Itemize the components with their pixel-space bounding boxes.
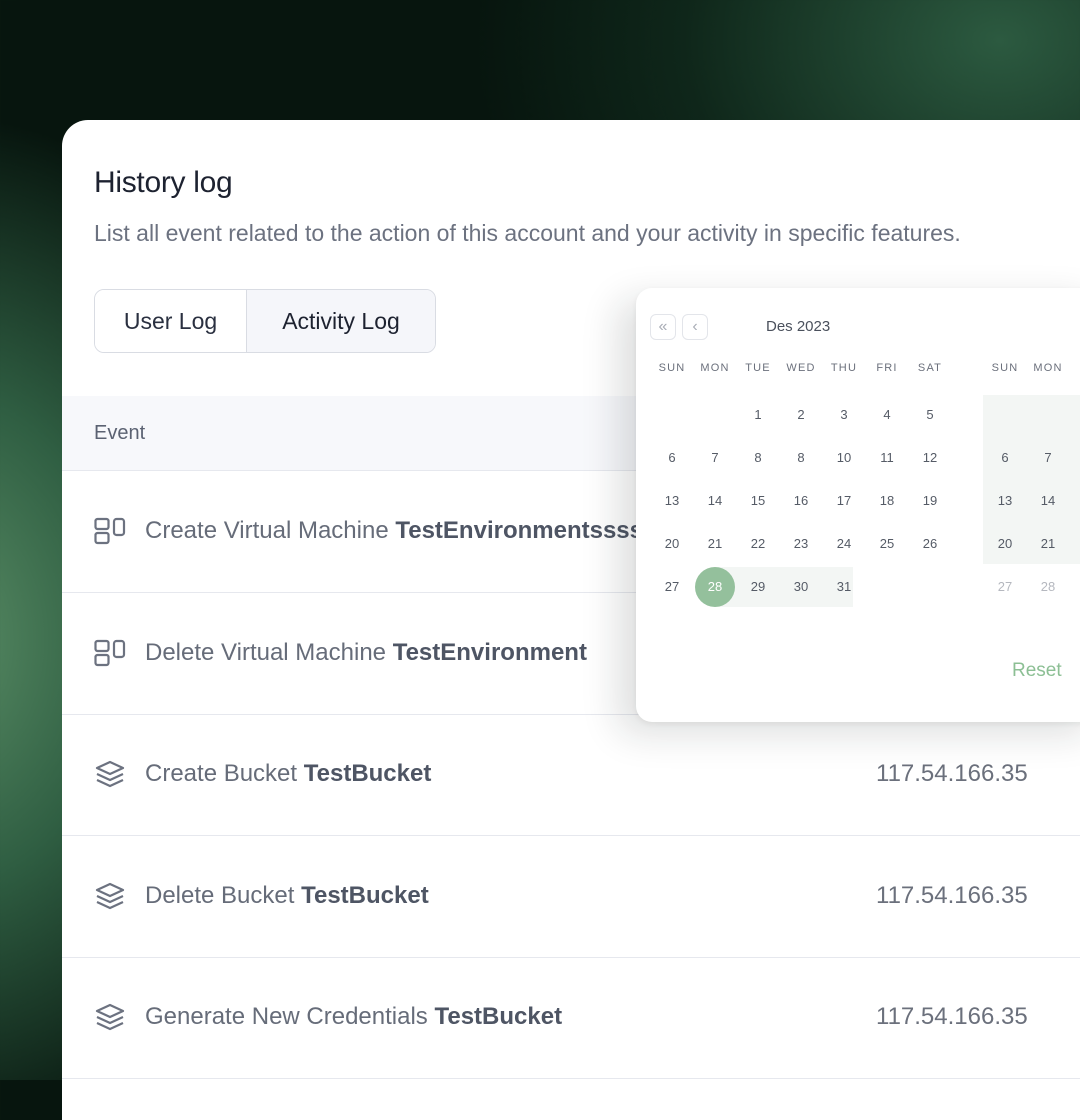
table-row[interactable]: Generate New Credentials TestBucket 117.5… xyxy=(62,957,1080,1079)
log-type-tabs: User Log Activity Log xyxy=(94,289,436,353)
ip-address: 117.54.166.35 xyxy=(876,881,1028,909)
event-action: Create Bucket xyxy=(145,760,304,787)
calendar-day[interactable]: 23 xyxy=(781,524,821,564)
weekday-label: FRI xyxy=(876,362,898,374)
calendar-day[interactable]: 28 xyxy=(1028,567,1068,607)
layers-icon xyxy=(94,1003,126,1031)
event-target: TestEnvironmentssss xyxy=(395,517,643,544)
event-text: Generate New Credentials TestBucket xyxy=(145,1003,562,1031)
reset-button[interactable]: Reset xyxy=(1012,660,1062,682)
calendar-day[interactable]: 27 xyxy=(985,567,1025,607)
calendar-day[interactable]: 20 xyxy=(985,524,1025,564)
weekday-label: SAT xyxy=(917,362,943,374)
ip-address: 117.54.166.35 xyxy=(876,760,1028,787)
weekday-label: WED xyxy=(786,362,816,374)
calendar-day[interactable]: 17 xyxy=(824,481,864,521)
weekday-label: MON xyxy=(700,362,730,374)
event-target: TestBucket xyxy=(434,1003,563,1030)
calendar-day[interactable]: 22 xyxy=(738,524,778,564)
calendar-day[interactable]: 7 xyxy=(1028,438,1068,478)
prev-month-button[interactable]: ‹ xyxy=(682,314,708,340)
server-icon xyxy=(94,517,126,545)
tab-activity-log[interactable]: Activity Log xyxy=(247,290,435,352)
calendar-day[interactable]: 18 xyxy=(867,481,907,521)
calendar-day[interactable]: 14 xyxy=(695,481,735,521)
event-target: TestBucket xyxy=(301,881,429,909)
calendar-day[interactable]: 25 xyxy=(867,524,907,564)
calendar-day[interactable]: 24 xyxy=(824,524,864,564)
calendar-day[interactable]: 13 xyxy=(652,481,692,521)
prev-year-button[interactable]: « xyxy=(650,314,676,340)
calendar-day[interactable]: 7 xyxy=(695,438,735,478)
event-text: Create Bucket TestBucket xyxy=(145,760,431,788)
calendar-day[interactable]: 19 xyxy=(910,481,950,521)
layers-icon xyxy=(94,882,126,910)
date-range-picker: « ‹ Des 2023 Reset SUN MON TUE WED THU FRI SAT… xyxy=(636,288,1080,722)
calendar-day[interactable]: 10 xyxy=(824,438,864,478)
weekday-label: TUE xyxy=(745,362,771,374)
column-header-event: Event xyxy=(94,422,146,444)
chevron-left-icon: ‹ xyxy=(692,318,698,335)
calendar-day[interactable]: 21 xyxy=(695,524,735,564)
calendar-day[interactable]: 5 xyxy=(910,395,950,435)
table-row[interactable]: Create Bucket TestBucket 117.54.166.35 xyxy=(62,714,1080,836)
calendar-day[interactable]: 1 xyxy=(738,395,778,435)
page-subtitle: List all event related to the action of … xyxy=(94,220,961,246)
calendar-day[interactable]: 31 xyxy=(824,567,864,607)
event-target: TestEnvironment xyxy=(392,638,587,666)
calendar-day[interactable]: 12 xyxy=(910,438,950,478)
calendar-day[interactable]: 6 xyxy=(985,438,1025,478)
event-text: Delete Bucket TestBucket xyxy=(145,882,429,910)
calendar-day[interactable]: 2 xyxy=(781,395,821,435)
event-text: Create Virtual Machine TestEnvironmentss… xyxy=(145,517,643,545)
calendar-day[interactable]: 16 xyxy=(781,481,821,521)
page-title: History log xyxy=(94,166,233,199)
event-action: Delete Bucket xyxy=(145,881,302,909)
calendar-day[interactable]: 26 xyxy=(910,524,950,564)
calendar-day[interactable]: 8 xyxy=(781,438,821,478)
calendar-day[interactable]: 30 xyxy=(781,567,821,607)
selected-day[interactable]: 28 xyxy=(695,567,735,607)
calendar-day[interactable]: 8 xyxy=(738,438,778,478)
event-action: Delete Virtual Machine xyxy=(145,638,393,666)
calendar-day[interactable]: 4 xyxy=(867,395,907,435)
calendar-day[interactable]: 29 xyxy=(738,567,778,607)
tab-user-log[interactable]: User Log xyxy=(95,290,247,352)
calendar-day[interactable]: 3 xyxy=(824,395,864,435)
event-text: Delete Virtual Machine TestEnvironment xyxy=(145,639,587,667)
calendar-day[interactable]: 6 xyxy=(652,438,692,478)
calendar-day[interactable]: 21 xyxy=(1028,524,1068,564)
table-row[interactable]: Delete Bucket TestBucket 117.54.166.35 xyxy=(62,836,1080,958)
calendar-month-label: Des 2023 xyxy=(766,318,831,335)
server-icon xyxy=(94,639,126,667)
calendar-day[interactable]: 14 xyxy=(1028,481,1068,521)
calendar-day[interactable]: 27 xyxy=(652,567,692,607)
weekday-label: THU xyxy=(830,362,858,374)
layers-icon xyxy=(94,760,126,788)
event-action: Create Virtual Machine xyxy=(145,517,396,544)
calendar-day[interactable]: 13 xyxy=(985,481,1025,521)
calendar-day[interactable]: 20 xyxy=(652,524,692,564)
weekday-label: SUN xyxy=(658,362,686,374)
event-target: TestBucket xyxy=(303,760,432,787)
calendar-day[interactable]: 11 xyxy=(867,438,907,478)
calendar-day[interactable]: 15 xyxy=(738,481,778,521)
weekday-label: MON xyxy=(1033,362,1063,374)
ip-address: 117.54.166.35 xyxy=(876,1003,1028,1030)
event-action: Generate New Credentials xyxy=(145,1003,435,1030)
double-chevron-left-icon: « xyxy=(658,318,668,335)
weekday-label: SUN xyxy=(991,362,1019,374)
